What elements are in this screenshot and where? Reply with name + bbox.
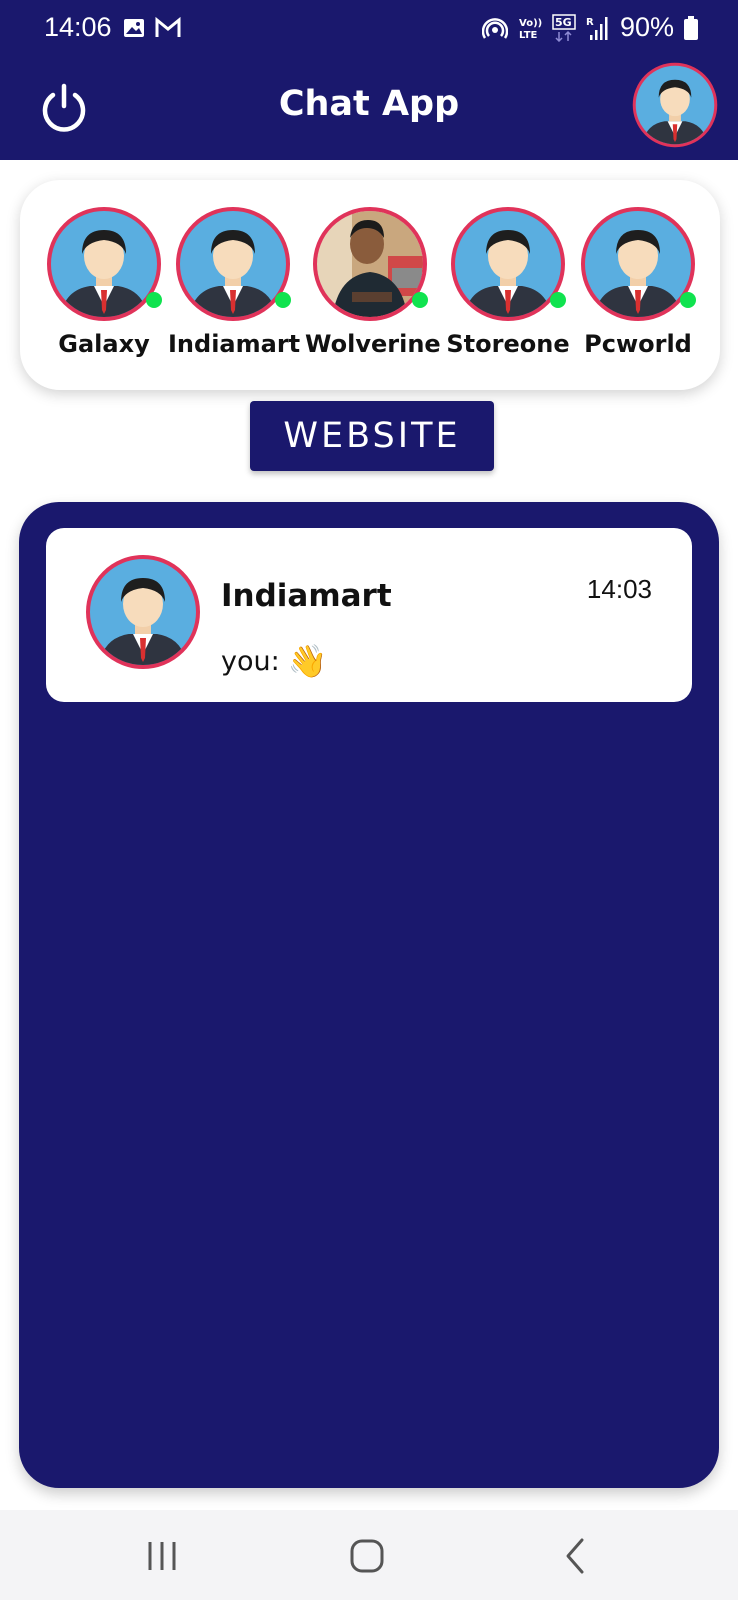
svg-text:LTE: LTE [519,30,538,41]
battery-percentage: 90% [619,12,674,42]
online-indicator [146,292,162,308]
avatar [85,554,201,670]
battery-icon [684,15,698,40]
recent-apps-icon [148,1542,176,1570]
5g-icon: 5G [552,13,576,42]
chat-timestamp: 14:03 [586,574,652,604]
system-nav-bar [0,1510,738,1600]
back-button[interactable] [556,1536,600,1576]
avatar [46,206,162,322]
recent-apps-button[interactable] [140,1536,184,1576]
story-name: Pcworld [584,330,692,358]
story-storeone[interactable]: Storeone [443,206,573,358]
status-time: 14:06 [44,12,112,42]
svg-text:Vo)): Vo)) [519,18,542,29]
chat-last-message: you: 👋 [221,642,328,680]
home-icon [350,1539,384,1573]
hotspot-icon [481,17,508,39]
user-photo [313,207,427,321]
story-indiamart[interactable]: Indiamart [168,206,301,358]
story-name: Wolverine [305,330,441,358]
profile-avatar-button[interactable] [632,62,718,148]
status-notification-icons [122,16,182,40]
online-indicator [412,292,428,308]
story-pcworld[interactable]: Pcworld [573,206,703,358]
story-name: Indiamart [168,330,301,358]
status-system-icons: Vo)) LTE 5G R 90% [481,12,698,43]
back-icon [566,1538,584,1574]
online-indicator [275,292,291,308]
chat-preview-text: you: [221,645,280,677]
user-avatar-icon [85,554,201,670]
story-name: Galaxy [58,330,150,358]
home-button[interactable] [346,1536,390,1576]
avatar [175,206,291,322]
avatar [450,206,566,322]
user-avatar-icon [580,206,696,322]
chat-contact-name: Indiamart [221,578,392,614]
story-wolverine[interactable]: Wolverine [305,206,441,358]
signal-icon: R [586,16,608,40]
gmail-icon [155,16,181,37]
online-users-strip: Galaxy Indiamart Wolverine Storeone Pcwo… [20,180,720,390]
svg-text:5G: 5G [555,16,572,29]
website-button[interactable]: WEBSITE [250,401,494,471]
avatar [632,62,718,148]
chat-list-panel: Indiamart 14:03 you: 👋 [19,502,719,1488]
user-avatar-icon [450,206,566,322]
avatar [580,206,696,322]
story-name: Storeone [446,330,570,358]
app-header: 14:06 Vo)) LTE 5G R 90% Chat App [0,0,738,160]
user-avatar-icon [46,206,162,322]
avatar [312,206,428,322]
volte-icon: Vo))LTE [519,18,542,41]
gallery-icon [124,19,144,37]
wave-emoji-icon: 👋 [287,642,328,680]
chat-list-item[interactable]: Indiamart 14:03 you: 👋 [46,528,692,702]
svg-text:R: R [586,17,594,28]
online-indicator [550,292,566,308]
story-galaxy[interactable]: Galaxy [39,206,169,358]
user-avatar-icon [175,206,291,322]
app-title: Chat App [278,84,460,124]
online-indicator [680,292,696,308]
